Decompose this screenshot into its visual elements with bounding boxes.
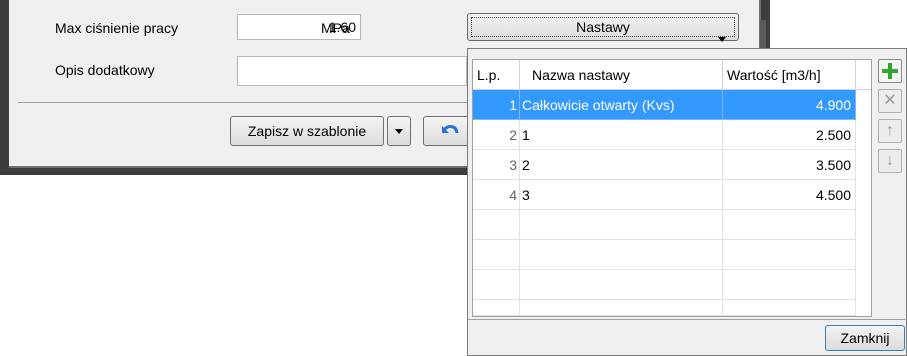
table-row[interactable]: 3 2 3.500 [473,150,871,180]
table-row-empty [473,270,871,300]
settings-grid: L.p. Nazwa nastawy Wartość [m3/h] 1 Całk… [472,59,872,317]
table-row-empty [473,240,871,270]
save-template-menu-button[interactable] [387,116,411,146]
table-row[interactable]: 4 3 4.500 [473,180,871,210]
close-label: Zamknij [840,330,890,346]
row-value: 3.500 [723,150,856,180]
max-pressure-unit: MPa [321,20,350,36]
settings-dropdown[interactable]: Nastawy [467,13,739,42]
row-value: 4.900 [723,90,856,120]
move-up-button[interactable]: ↑ [878,119,902,143]
row-name: 1 [520,120,723,150]
divider [468,319,907,320]
column-header-value[interactable]: Wartość [m3/h] [723,60,856,90]
table-row-empty [473,210,871,240]
undo-button[interactable] [423,116,471,146]
row-lp: 4 [473,180,520,210]
column-header-name[interactable]: Nazwa nastawy [520,60,723,90]
chevron-down-icon [718,24,726,50]
table-row-empty [473,300,871,316]
close-button[interactable]: Zamknij [825,325,905,351]
move-down-icon: ↓ [886,152,894,169]
column-header-lp[interactable]: L.p. [473,60,520,90]
table-row[interactable]: 2 1 2.500 [473,120,871,150]
row-lp: 2 [473,120,520,150]
move-up-icon: ↑ [886,122,894,139]
save-template-button[interactable]: Zapisz w szablonie [230,116,384,146]
save-template-label: Zapisz w szablonie [247,123,367,139]
row-name: Całkowicie otwarty (Kvs) [520,90,723,120]
settings-popup: L.p. Nazwa nastawy Wartość [m3/h] 1 Całk… [467,48,907,356]
max-pressure-label: Max ciśnienie pracy [55,20,178,36]
undo-icon [442,125,459,134]
delete-icon: ✕ [883,92,897,109]
row-value: 4.500 [723,180,856,210]
description-label: Opis dodatkowy [55,62,155,78]
move-down-button[interactable]: ↓ [878,149,902,173]
row-name: 3 [520,180,723,210]
row-name: 2 [520,150,723,180]
row-lp: 3 [473,150,520,180]
row-value: 2.500 [723,120,856,150]
row-lp: 1 [473,90,520,120]
description-input[interactable] [237,56,467,86]
add-icon [882,63,898,79]
delete-setting-button[interactable]: ✕ [878,89,902,113]
add-setting-button[interactable] [878,59,902,83]
table-row[interactable]: 1 Całkowicie otwarty (Kvs) 4.900 [473,90,871,120]
chevron-down-icon [395,121,403,137]
